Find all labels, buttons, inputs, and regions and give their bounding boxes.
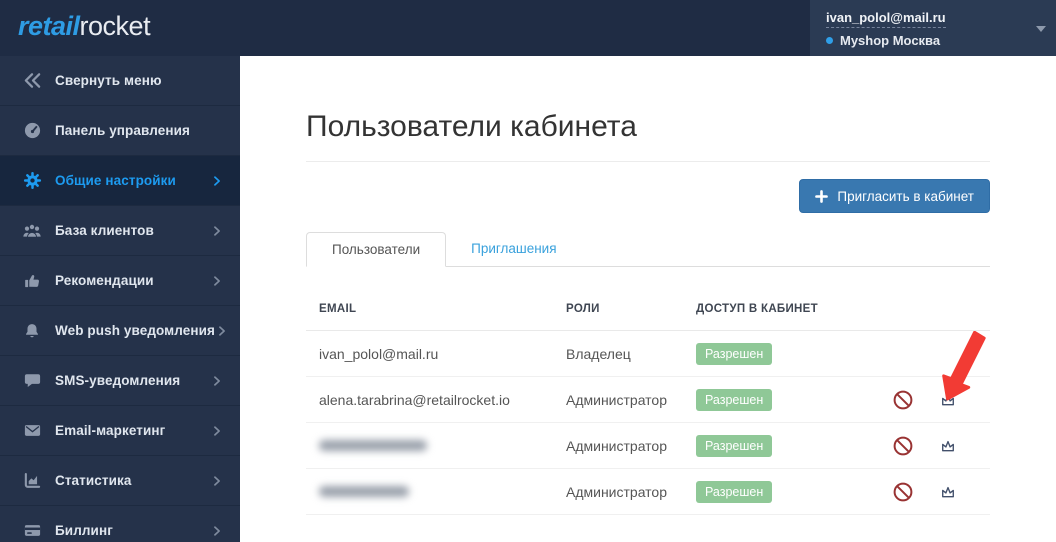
account-menu[interactable]: ivan_polol@mail.ru Myshop Москва bbox=[810, 0, 1056, 56]
chevron-right-icon bbox=[214, 175, 220, 186]
sidebar-item-label: Общие настройки bbox=[55, 173, 176, 188]
table-body: ivan_polol@mail.ru Владелец Разрешен ale… bbox=[306, 331, 990, 515]
sidebar-item-label: Статистика bbox=[55, 473, 132, 488]
chevron-right-icon bbox=[214, 425, 220, 436]
user-email: alena.tarabrina@retailrocket.io bbox=[319, 391, 510, 408]
header-roles: РОЛИ bbox=[566, 303, 600, 315]
account-shop-row: Myshop Москва bbox=[826, 33, 1026, 48]
sidebar-item-label: Рекомендации bbox=[55, 273, 154, 288]
billing-card-icon bbox=[22, 521, 42, 541]
sidebar-item-label: Биллинг bbox=[55, 523, 113, 538]
sidebar-menu: Свернуть меню Панель управления Общие на… bbox=[0, 56, 240, 542]
sidebar: Свернуть меню Панель управления Общие на… bbox=[0, 56, 240, 542]
users-table: EMAIL РОЛИ ДОСТУП В КАБИНЕТ ivan_polol@m… bbox=[306, 295, 990, 515]
access-status-badge: Разрешен bbox=[696, 434, 773, 457]
table-row: ivan_polol@mail.ru Владелец Разрешен bbox=[306, 331, 990, 377]
sidebar-item-stats-chart[interactable]: Статистика bbox=[0, 456, 240, 506]
chevron-right-icon bbox=[214, 375, 220, 386]
sidebar-item-collapse-menu[interactable]: Свернуть меню bbox=[0, 56, 240, 106]
block-access-icon[interactable] bbox=[892, 481, 914, 503]
tab-bar: Пользователи Приглашения bbox=[306, 231, 990, 267]
table-row: Администратор Разрешен bbox=[306, 469, 990, 515]
user-role: Администратор bbox=[566, 483, 668, 500]
users-icon bbox=[22, 221, 42, 241]
plus-icon bbox=[815, 189, 829, 203]
logo-rocket-text: rocket bbox=[79, 11, 151, 41]
retailrocket-logo[interactable]: retailrocket bbox=[18, 11, 151, 42]
chevron-right-icon bbox=[214, 225, 220, 236]
header-email: EMAIL bbox=[319, 303, 357, 315]
sidebar-item-label: Web push уведомления bbox=[55, 323, 215, 338]
main-content: Пользователи кабинета Пригласить в кабин… bbox=[240, 56, 1056, 542]
collapse-menu-icon bbox=[22, 71, 42, 91]
user-email: ivan_polol@mail.ru bbox=[319, 345, 439, 362]
bell-icon bbox=[22, 321, 42, 341]
user-role: Владелец bbox=[566, 345, 631, 362]
envelope-icon bbox=[22, 421, 42, 441]
sidebar-item-label: База клиентов bbox=[55, 223, 154, 238]
blurred-email bbox=[319, 486, 409, 497]
shop-status-dot-icon bbox=[826, 37, 833, 44]
chevron-right-icon bbox=[214, 525, 220, 536]
block-access-icon[interactable] bbox=[892, 435, 914, 457]
account-email[interactable]: ivan_polol@mail.ru bbox=[826, 10, 946, 28]
sidebar-item-chat[interactable]: SMS-уведомления bbox=[0, 356, 240, 406]
sidebar-item-users[interactable]: База клиентов bbox=[0, 206, 240, 256]
gear-icon bbox=[22, 171, 42, 191]
topbar: retailrocket ivan_polol@mail.ru Myshop М… bbox=[0, 0, 1056, 56]
table-row: Администратор Разрешен bbox=[306, 423, 990, 469]
sidebar-item-label: Свернуть меню bbox=[55, 73, 162, 88]
access-status-badge: Разрешен bbox=[696, 342, 773, 365]
sidebar-item-envelope[interactable]: Email-маркетинг bbox=[0, 406, 240, 456]
stats-chart-icon bbox=[22, 471, 42, 491]
tab-invitations[interactable]: Приглашения bbox=[446, 232, 581, 267]
access-status-badge: Разрешен bbox=[696, 480, 773, 503]
access-status-badge: Разрешен bbox=[696, 388, 773, 411]
page-title: Пользователи кабинета bbox=[306, 110, 637, 143]
make-owner-crown-icon[interactable] bbox=[937, 389, 959, 411]
make-owner-crown-icon[interactable] bbox=[937, 481, 959, 503]
user-role: Администратор bbox=[566, 391, 668, 408]
invite-button-label: Пригласить в кабинет bbox=[837, 188, 974, 204]
caret-down-icon[interactable] bbox=[1036, 26, 1046, 32]
invite-button[interactable]: Пригласить в кабинет bbox=[799, 179, 990, 213]
tab-users[interactable]: Пользователи bbox=[306, 232, 447, 267]
sidebar-item-dashboard[interactable]: Панель управления bbox=[0, 106, 240, 156]
thumbs-up-icon bbox=[22, 271, 42, 291]
toolbar: Пригласить в кабинет bbox=[306, 179, 990, 213]
chevron-right-icon bbox=[214, 275, 220, 286]
sidebar-item-label: Email-маркетинг bbox=[55, 423, 166, 438]
table-row: alena.tarabrina@retailrocket.io Админист… bbox=[306, 377, 990, 423]
table-header-row: EMAIL РОЛИ ДОСТУП В КАБИНЕТ bbox=[306, 295, 990, 331]
sidebar-item-billing-card[interactable]: Биллинг bbox=[0, 506, 240, 542]
user-role: Администратор bbox=[566, 437, 668, 454]
sidebar-item-gear[interactable]: Общие настройки bbox=[0, 156, 240, 206]
chat-icon bbox=[22, 371, 42, 391]
sidebar-item-thumbs-up[interactable]: Рекомендации bbox=[0, 256, 240, 306]
sidebar-item-label: Панель управления bbox=[55, 123, 190, 138]
title-divider bbox=[306, 161, 990, 162]
chevron-right-icon bbox=[214, 475, 220, 486]
blurred-email bbox=[319, 440, 427, 451]
header-access: ДОСТУП В КАБИНЕТ bbox=[696, 303, 818, 315]
sidebar-item-bell[interactable]: Web push уведомления bbox=[0, 306, 240, 356]
dashboard-icon bbox=[22, 121, 42, 141]
sidebar-item-label: SMS-уведомления bbox=[55, 373, 181, 388]
chevron-right-icon bbox=[219, 325, 225, 336]
account-shop-name: Myshop Москва bbox=[840, 33, 941, 48]
make-owner-crown-icon[interactable] bbox=[937, 435, 959, 457]
block-access-icon[interactable] bbox=[892, 389, 914, 411]
logo-retail-text: retail bbox=[18, 11, 80, 41]
